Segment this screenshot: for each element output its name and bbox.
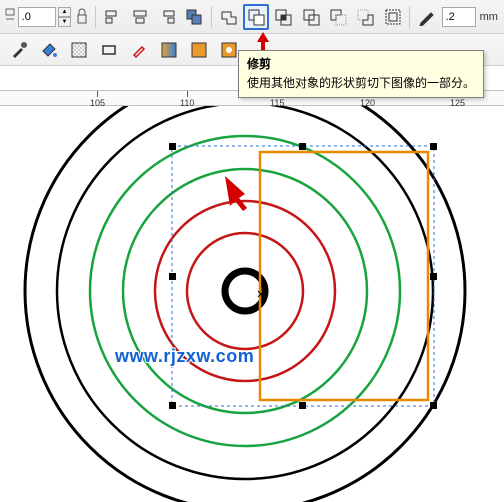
- palette-icon: [190, 41, 208, 59]
- front-minus-back-icon: [329, 8, 347, 26]
- weld-icon: [220, 8, 238, 26]
- handle-e[interactable]: [430, 273, 437, 280]
- intersect-icon: [274, 8, 292, 26]
- align-right-button[interactable]: [154, 4, 179, 30]
- stroke-width-input[interactable]: [442, 7, 476, 27]
- grid-icon: [70, 41, 88, 59]
- trim-button[interactable]: [243, 4, 268, 30]
- trim-icon: [247, 8, 265, 26]
- gradient-button[interactable]: [156, 37, 182, 63]
- stroke-unit-label: mm: [480, 11, 498, 23]
- tooltip-body: 使用其他对象的形状剪切下图像的一部分。: [247, 74, 475, 91]
- handle-nw[interactable]: [169, 143, 176, 150]
- paintbucket-button[interactable]: [36, 37, 62, 63]
- grid-button[interactable]: [66, 37, 92, 63]
- handle-se[interactable]: [430, 402, 437, 409]
- back-minus-front-button[interactable]: [353, 4, 378, 30]
- tooltip: 修剪 使用其他对象的形状剪切下图像的一部分。: [238, 50, 484, 98]
- simplify-button[interactable]: [298, 4, 323, 30]
- palette-button[interactable]: [186, 37, 212, 63]
- back-minus-front-icon: [356, 8, 374, 26]
- drawing-svg: [0, 106, 504, 502]
- eyedropper-icon: [10, 41, 28, 59]
- label-icon: [4, 7, 16, 27]
- eyedropper-button[interactable]: [6, 37, 32, 63]
- boundary-icon: [384, 8, 402, 26]
- position-input[interactable]: [18, 7, 56, 27]
- drawing-canvas[interactable]: www.rjzxw.com: [0, 106, 504, 502]
- tooltip-title: 修剪: [247, 55, 475, 72]
- handle-s[interactable]: [299, 402, 306, 409]
- group-icon: [185, 8, 203, 26]
- handle-sw[interactable]: [169, 402, 176, 409]
- boundary-button[interactable]: [380, 4, 405, 30]
- lock-icon[interactable]: [75, 7, 89, 27]
- gradient-icon: [160, 41, 178, 59]
- rect-tool-button[interactable]: [96, 37, 122, 63]
- eyedrop2-button[interactable]: [126, 37, 152, 63]
- pen-icon: [418, 8, 436, 26]
- property-bar: ▲▼ mm: [0, 0, 504, 34]
- paintbucket-icon: [40, 41, 58, 59]
- intersect-button[interactable]: [271, 4, 296, 30]
- align-right-icon: [158, 8, 176, 26]
- group-button[interactable]: [182, 4, 207, 30]
- pen-button[interactable]: [414, 4, 439, 30]
- watermark: www.rjzxw.com: [115, 346, 254, 367]
- handle-ne[interactable]: [430, 143, 437, 150]
- handle-w[interactable]: [169, 273, 176, 280]
- stepper[interactable]: ▲▼: [58, 7, 72, 27]
- weld-button[interactable]: [216, 4, 241, 30]
- callout-arrow-diag: [225, 176, 247, 211]
- align-left-icon: [104, 8, 122, 26]
- fill-icon: [220, 41, 238, 59]
- simplify-icon: [302, 8, 320, 26]
- rectangle-icon: [100, 41, 118, 59]
- front-minus-back-button[interactable]: [325, 4, 350, 30]
- eyedropper2-icon: [130, 41, 148, 59]
- align-center-button[interactable]: [127, 4, 152, 30]
- handle-n[interactable]: [299, 143, 306, 150]
- align-center-icon: [131, 8, 149, 26]
- align-left-button[interactable]: [100, 4, 125, 30]
